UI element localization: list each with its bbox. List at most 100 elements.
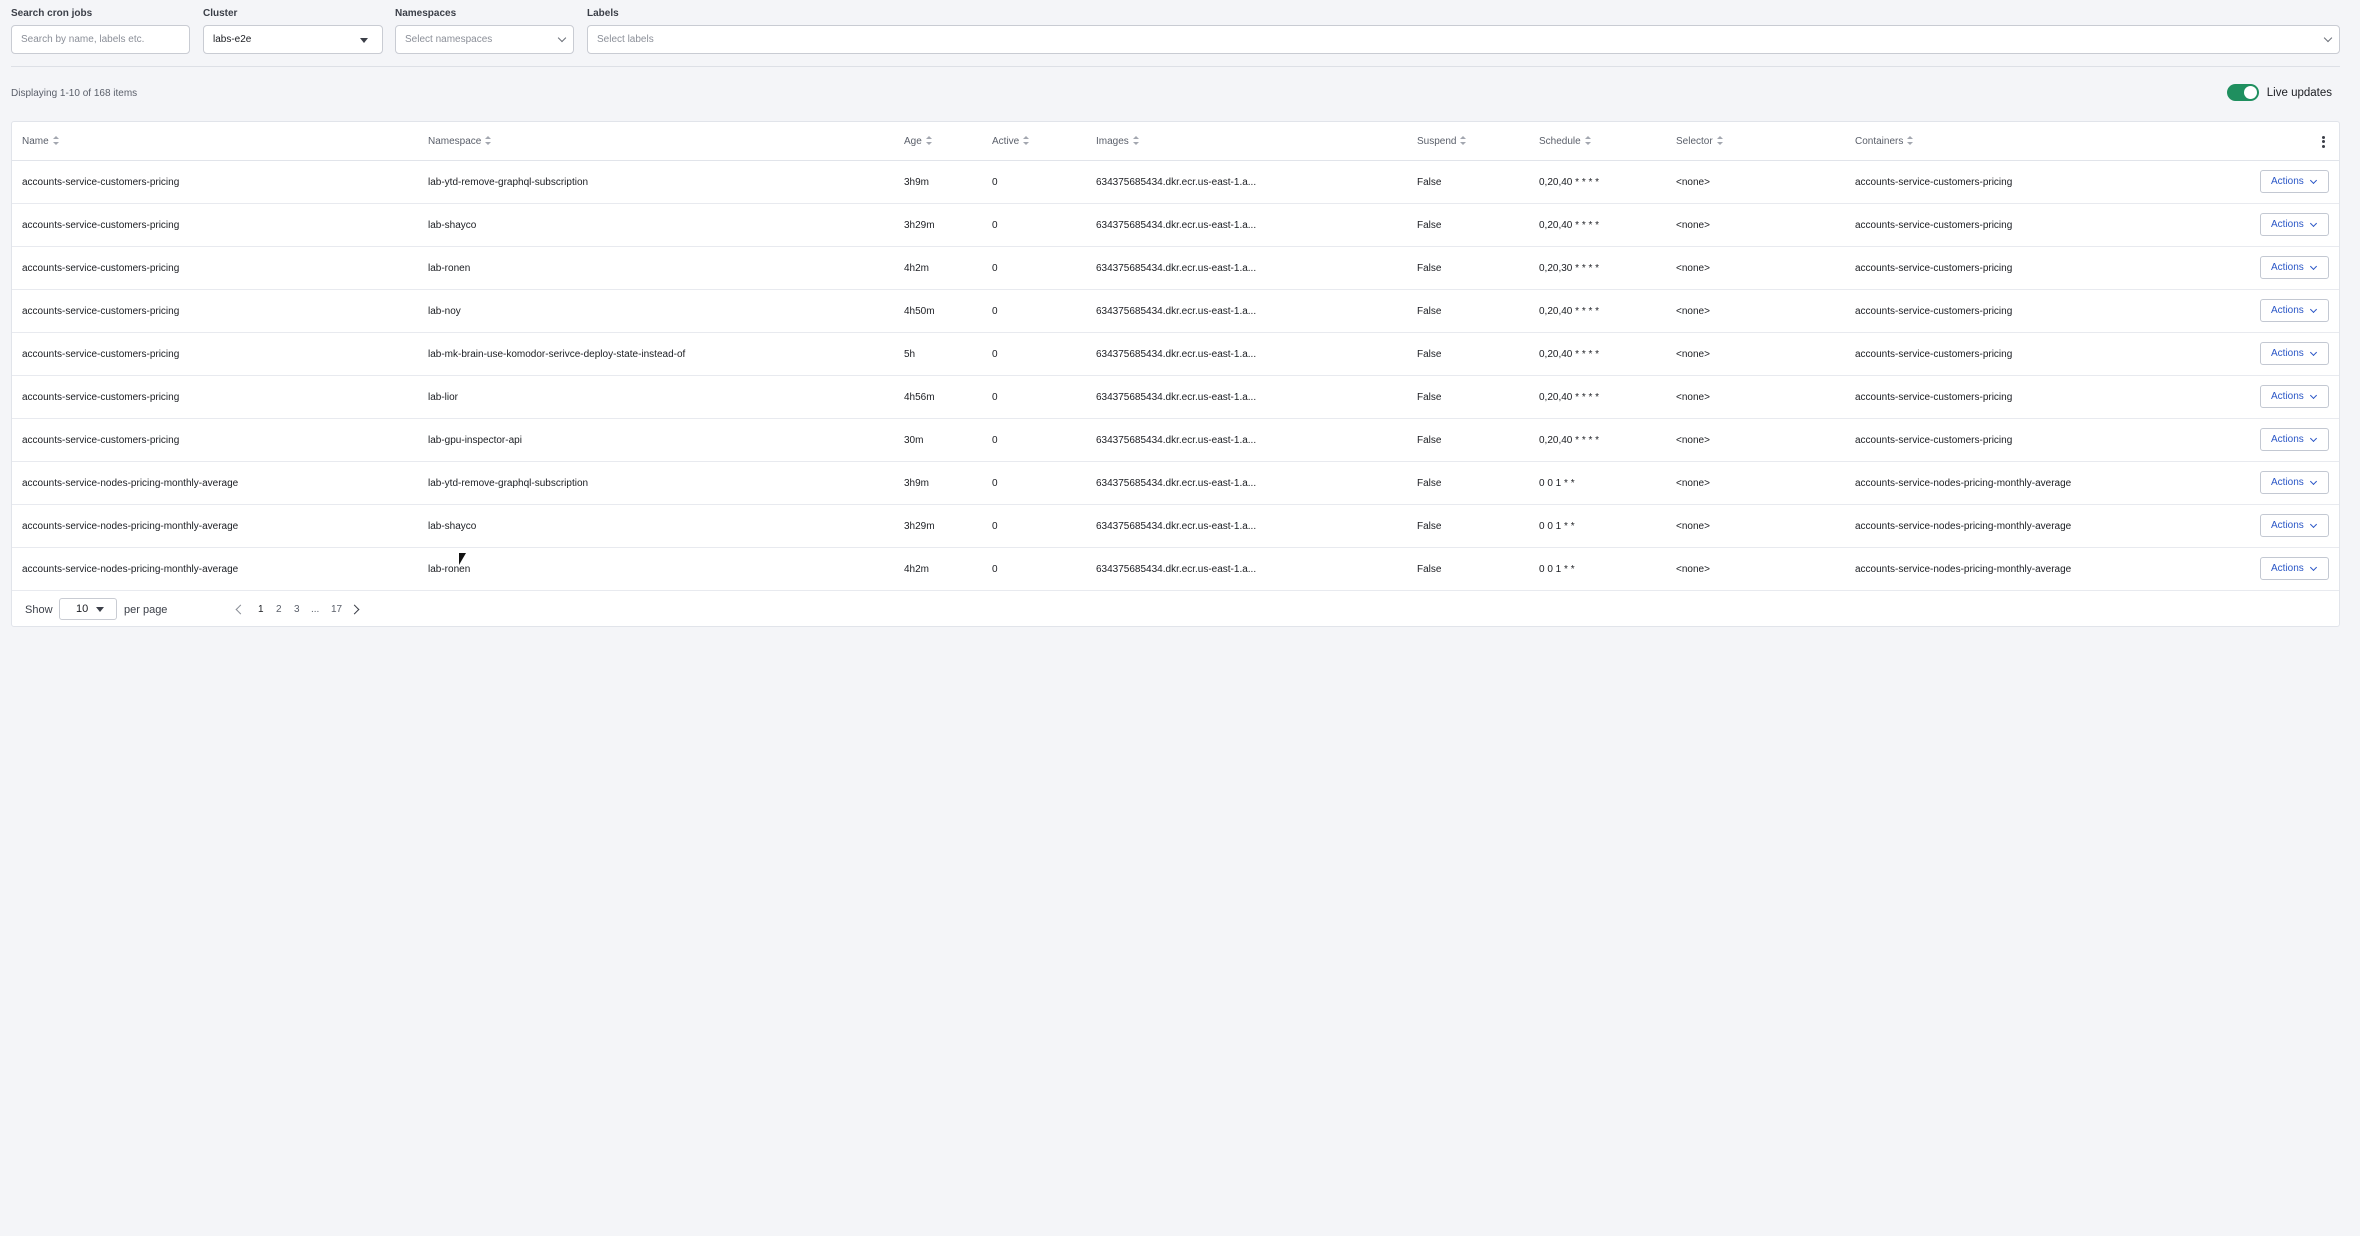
cell-active: 0 [992,521,998,532]
chevron-left-icon[interactable] [235,604,246,615]
actions-label: Actions [2271,348,2304,359]
search-label: Search cron jobs [11,8,93,19]
table-row[interactable]: accounts-service-customers-pricing lab-gp… [12,419,2339,462]
cell-containers: accounts-service-customers-pricing [1855,177,2013,188]
actions-label: Actions [2271,262,2304,273]
cell-name[interactable]: accounts-service-customers-pricing [22,333,179,376]
cell-name[interactable]: accounts-service-nodes-pricing-monthly-a… [22,462,238,505]
cell-schedule: 0,20,30 * * * * [1539,263,1600,274]
column-header-age[interactable]: Age [904,122,932,161]
column-header-selector[interactable]: Selector [1676,122,1723,161]
cell-active: 0 [992,263,998,274]
actions-button[interactable]: Actions [2260,299,2329,322]
chevron-down-icon [2309,520,2318,529]
chevron-down-icon [2309,477,2318,486]
cell-name[interactable]: accounts-service-customers-pricing [22,247,179,290]
actions-button[interactable]: Actions [2260,170,2329,193]
chevron-down-icon [2309,563,2318,572]
cell-name[interactable]: accounts-service-customers-pricing [22,204,179,247]
labels-placeholder: Select labels [597,34,654,45]
sort-icon [52,136,59,145]
cell-name[interactable]: accounts-service-customers-pricing [22,419,179,462]
table-row[interactable]: accounts-service-customers-pricing lab-li… [12,376,2339,419]
page-17[interactable]: 17 [331,604,342,615]
chevron-right-icon[interactable] [349,604,360,615]
more-options-icon[interactable] [2321,134,2325,150]
column-header-active[interactable]: Active [992,122,1030,161]
actions-button[interactable]: Actions [2260,471,2329,494]
per-page-label: per page [124,604,168,616]
column-header-schedule[interactable]: Schedule [1539,122,1591,161]
column-header-containers[interactable]: Containers [1855,122,1914,161]
table-row[interactable]: accounts-service-customers-pricing lab-no… [12,290,2339,333]
table-row[interactable]: accounts-service-nodes-pricing-monthly-a… [12,462,2339,505]
table-row[interactable]: accounts-service-customers-pricing lab-mk… [12,333,2339,376]
page-3[interactable]: 3 [294,604,300,615]
namespaces-select[interactable]: Select namespaces [395,25,574,54]
cell-active: 0 [992,435,998,446]
search-input[interactable]: Search by name, labels etc. [11,25,190,54]
per-page-select[interactable]: 10 [59,598,117,620]
actions-button[interactable]: Actions [2260,557,2329,580]
cell-images: 634375685434.dkr.ecr.us-east-1.a... [1096,177,1257,188]
actions-button[interactable]: Actions [2260,256,2329,279]
actions-label: Actions [2271,305,2304,316]
cell-images: 634375685434.dkr.ecr.us-east-1.a... [1096,220,1257,231]
cell-selector: <none> [1676,521,1710,532]
column-header-namespace[interactable]: Namespace [428,122,492,161]
cell-name[interactable]: accounts-service-customers-pricing [22,161,179,204]
cell-images: 634375685434.dkr.ecr.us-east-1.a... [1096,306,1257,317]
cell-age: 3h29m [904,521,935,532]
actions-button[interactable]: Actions [2260,385,2329,408]
cell-suspend: False [1417,478,1442,489]
chevron-down-icon [2309,176,2318,185]
cell-name[interactable]: accounts-service-nodes-pricing-monthly-a… [22,505,238,548]
table-row[interactable]: accounts-service-customers-pricing lab-yt… [12,161,2339,204]
cell-age: 4h56m [904,392,935,403]
cell-age: 4h50m [904,306,935,317]
cell-active: 0 [992,392,998,403]
actions-button[interactable]: Actions [2260,342,2329,365]
chevron-down-icon [2309,391,2318,400]
cell-name[interactable]: accounts-service-customers-pricing [22,376,179,419]
cell-selector: <none> [1676,263,1710,274]
cell-containers: accounts-service-nodes-pricing-monthly-a… [1855,564,2072,575]
cell-age: 3h29m [904,220,935,231]
page-2[interactable]: 2 [276,604,282,615]
cell-selector: <none> [1676,435,1710,446]
actions-button[interactable]: Actions [2260,213,2329,236]
sort-icon [1716,136,1723,145]
cell-selector: <none> [1676,392,1710,403]
column-header-suspend[interactable]: Suspend [1417,122,1467,161]
page-ellipsis: ... [311,604,320,615]
cluster-select[interactable]: labs-e2e [203,25,383,54]
cell-containers: accounts-service-nodes-pricing-monthly-a… [1855,521,2072,532]
cell-schedule: 0,20,40 * * * * [1539,435,1600,446]
column-header-name[interactable]: Name [22,122,59,161]
actions-button[interactable]: Actions [2260,428,2329,451]
live-updates-toggle[interactable] [2226,84,2259,101]
namespaces-label: Namespaces [395,8,457,19]
cell-selector: <none> [1676,220,1710,231]
cell-active: 0 [992,306,998,317]
table-row[interactable]: accounts-service-nodes-pricing-monthly-a… [12,548,2339,591]
sort-icon [1132,136,1139,145]
namespaces-filter: Namespaces Select namespaces [395,8,574,54]
cell-active: 0 [992,177,998,188]
table-row[interactable]: accounts-service-nodes-pricing-monthly-a… [12,505,2339,548]
actions-button[interactable]: Actions [2260,514,2329,537]
cell-selector: <none> [1676,349,1710,360]
page-1[interactable]: 1 [258,604,264,615]
cell-name[interactable]: accounts-service-customers-pricing [22,290,179,333]
column-header-images[interactable]: Images [1096,122,1139,161]
table-row[interactable]: accounts-service-customers-pricing lab-sh… [12,204,2339,247]
table-row[interactable]: accounts-service-customers-pricing lab-ro… [12,247,2339,290]
cell-suspend: False [1417,392,1442,403]
table-body: accounts-service-customers-pricing lab-yt… [12,161,2339,591]
cell-namespace: lab-ytd-remove-graphql-subscription [428,177,589,188]
labels-select[interactable]: Select labels [587,25,2340,54]
cell-images: 634375685434.dkr.ecr.us-east-1.a... [1096,392,1257,403]
cell-images: 634375685434.dkr.ecr.us-east-1.a... [1096,435,1257,446]
cell-active: 0 [992,349,998,360]
cell-name[interactable]: accounts-service-nodes-pricing-monthly-a… [22,548,238,591]
